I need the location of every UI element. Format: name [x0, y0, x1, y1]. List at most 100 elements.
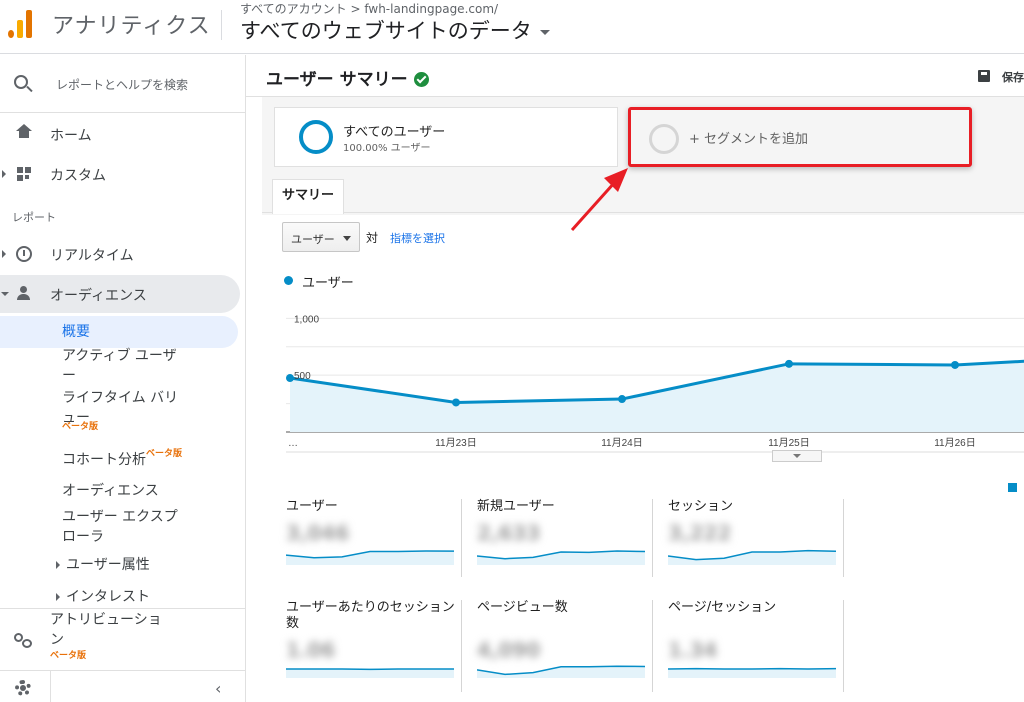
beta-badge: ベータ版: [50, 651, 87, 661]
gear-icon[interactable]: [15, 680, 31, 696]
sidebar-subitem-interests[interactable]: インタレスト: [56, 587, 150, 607]
metric-dropdown[interactable]: ユーザー: [282, 222, 360, 252]
data-point: [951, 360, 959, 369]
sparkline: [286, 668, 454, 678]
verified-check-icon: [413, 72, 429, 87]
subitem-label: コホート分析: [62, 452, 146, 468]
caret-down-icon: [343, 236, 351, 241]
clock-icon: [16, 246, 32, 262]
expand-arrow-icon: [56, 561, 60, 569]
attribution-icon: [14, 633, 32, 648]
y-tick-label: 500: [294, 371, 311, 382]
add-segment-button[interactable]: + セグメントを追加: [628, 107, 972, 167]
sidebar-subitem-overview[interactable]: 概要: [0, 316, 238, 348]
header-divider: [221, 10, 222, 40]
save-icon[interactable]: [978, 70, 990, 82]
sparkline: [668, 549, 836, 565]
sidebar-item-label: ホーム: [50, 128, 92, 144]
tile-metric-name: セッション: [668, 499, 734, 514]
sparkline: [668, 667, 836, 678]
metric-tile[interactable]: ユーザーあたりのセッション数 1.06: [284, 600, 462, 692]
tile-metric-name: ユーザーあたりのセッション数: [286, 600, 455, 631]
person-icon: [16, 286, 32, 302]
sidebar: レポートとヘルプを検索 ホーム カスタム レポート リアルタイム オーディエンス…: [0, 55, 246, 702]
tab-strip: サマリー: [262, 177, 1024, 214]
report-title: ユーザー サマリー: [266, 65, 429, 90]
home-icon: [16, 124, 32, 131]
users-line-chart[interactable]: 1,000 500 … 11月23日 11月24日 11月25日 11月26日: [286, 295, 1024, 457]
report-title-text: ユーザー サマリー: [266, 70, 408, 90]
sparkline-fill: [668, 668, 836, 678]
segment-name: すべてのユーザー: [343, 125, 446, 140]
sidebar-divider: [0, 608, 246, 609]
view-selector[interactable]: すべてのウェブサイトのデータ: [240, 15, 550, 45]
versus-label: 対: [366, 231, 379, 245]
subitem-label: インタレスト: [66, 589, 150, 605]
y-tick-label: 1,000: [294, 314, 319, 325]
arrow-shaft: [570, 180, 617, 232]
segment-all-users[interactable]: すべてのユーザー 100.00% ユーザー: [274, 107, 618, 167]
metric-tile[interactable]: ユーザー 3,046: [284, 499, 462, 577]
tab-summary[interactable]: サマリー: [272, 179, 344, 214]
sidebar-footer: ‹: [0, 670, 246, 702]
sparkline: [477, 665, 645, 678]
data-point: [286, 374, 294, 383]
sidebar-subitem-audiences[interactable]: オーディエンス: [62, 481, 159, 501]
dashboard-grid-icon: [16, 166, 32, 182]
legend-dot-icon: [284, 276, 293, 285]
chevron-left-icon[interactable]: ‹: [215, 679, 221, 698]
metric-tile[interactable]: 新規ユーザー 2,633: [475, 499, 653, 577]
chart-legend-label: ユーザー: [302, 276, 354, 291]
sparkline-fill: [477, 666, 645, 678]
top-bar: アナリティクス すべてのアカウント > fwh-landingpage.com/…: [0, 0, 1024, 54]
sidebar-subitem-user-explorer[interactable]: ユーザー エクスプローラ: [62, 507, 186, 547]
search-placeholder: レポートとヘルプを検索: [56, 78, 189, 92]
sparkline: [286, 550, 454, 565]
tile-metric-name: ページビュー数: [477, 600, 568, 615]
sidebar-item-custom[interactable]: カスタム: [0, 155, 240, 193]
select-metric-link[interactable]: 指標を選択: [390, 230, 445, 246]
sidebar-item-label: オーディエンス: [50, 288, 147, 304]
chart-expand-handle[interactable]: [772, 450, 822, 462]
tile-metric-name: 新規ユーザー: [477, 499, 555, 514]
metric-tile[interactable]: ページ/セッション 1.34: [666, 600, 844, 692]
sparkline: [477, 550, 645, 565]
expand-arrow-icon: [2, 170, 6, 178]
segment-percentage: 100.00% ユーザー: [343, 143, 431, 154]
sidebar-item-label: カスタム: [50, 168, 106, 184]
series-area-fill: [290, 361, 1024, 432]
report-header: ユーザー サマリー 保存: [246, 55, 1024, 97]
expand-arrow-icon: [56, 593, 60, 601]
section-label-reports: レポート: [12, 211, 56, 224]
data-point: [618, 395, 626, 404]
sidebar-item-attribution[interactable]: アトリビューション: [50, 610, 170, 650]
sidebar-subitem-demographics[interactable]: ユーザー属性: [56, 555, 150, 575]
segment-color-ring: [299, 120, 333, 154]
report-search[interactable]: レポートとヘルプを検索: [0, 55, 246, 113]
x-tick-label: 11月26日: [934, 437, 976, 449]
subitem-label: ユーザー属性: [66, 557, 150, 573]
save-button[interactable]: 保存: [1002, 69, 1024, 85]
data-point: [452, 398, 460, 407]
sidebar-item-home[interactable]: ホーム: [0, 115, 240, 153]
sidebar-subitem-cohort[interactable]: コホート分析ベータ版: [62, 449, 182, 472]
sidebar-subitem-active-users[interactable]: アクティブ ユーザー: [62, 346, 184, 386]
analytics-logo-icon[interactable]: [8, 8, 34, 38]
sidebar-item-label: リアルタイム: [50, 248, 134, 264]
metric-dropdown-value: ユーザー: [291, 233, 335, 246]
x-tick-label: 11月23日: [435, 437, 477, 449]
x-tick-label: …: [288, 438, 298, 449]
tile-metric-name: ユーザー: [286, 499, 338, 514]
x-tick-label: 11月24日: [601, 437, 643, 449]
metric-tile[interactable]: ページビュー数 4,090: [475, 600, 653, 692]
sidebar-item-audience[interactable]: オーディエンス: [0, 275, 240, 313]
red-pointer-arrow: [570, 168, 628, 232]
subitem-label: 概要: [62, 324, 90, 340]
metric-tile[interactable]: セッション 3,222: [666, 499, 844, 577]
expand-arrow-icon: [2, 250, 6, 258]
sidebar-item-realtime[interactable]: リアルタイム: [0, 235, 240, 273]
sparkline-fill: [286, 669, 454, 678]
beta-badge: ベータ版: [62, 422, 99, 432]
collapse-arrow-icon: [1, 292, 9, 296]
legend-square-icon: [1008, 483, 1017, 492]
